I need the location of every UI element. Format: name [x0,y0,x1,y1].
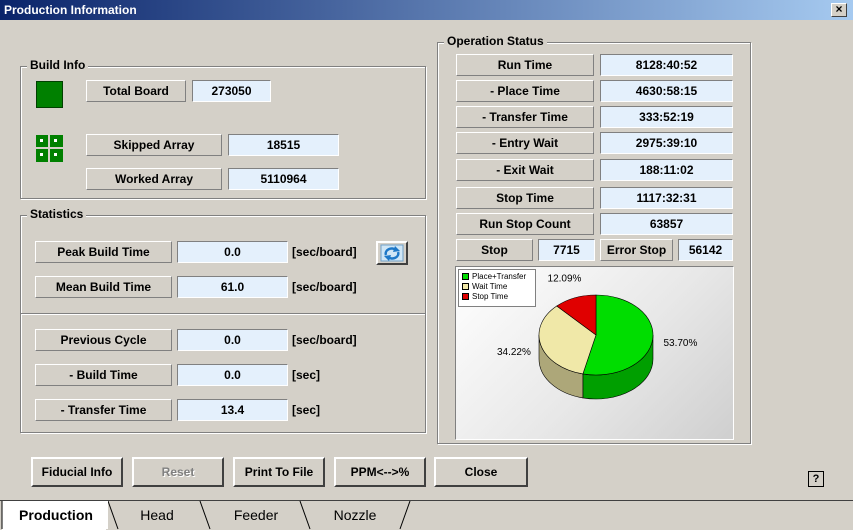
build-time-unit: [sec] [292,368,321,382]
error-stop-label: Error Stop [600,239,673,261]
tab-feeder[interactable]: Feeder [210,501,302,529]
build-time-value: 0.0 [177,364,288,386]
pie-label-wait-time: 34.22% [497,347,531,358]
total-board-value: 273050 [192,80,271,102]
skipped-array-value: 18515 [228,134,339,156]
exit-wait-label: - Exit Wait [456,159,594,181]
stop-label: Stop [456,239,533,261]
title-bar: Production Information × [0,0,853,20]
transfer-time-unit: [sec] [292,403,321,417]
run-time-label: Run Time [456,54,594,76]
build-time-label: - Build Time [35,364,172,386]
print-to-file-button[interactable]: Print To File [233,457,325,487]
refresh-icon [380,244,404,262]
place-time-value: 4630:58:15 [600,80,733,102]
tab-head[interactable]: Head [114,501,200,529]
mean-build-time-value: 61.0 [177,276,288,298]
close-button[interactable]: Close [434,457,528,487]
tab-nozzle[interactable]: Nozzle [310,501,400,529]
peak-build-time-label: Peak Build Time [35,241,172,263]
op-transfer-time-label: - Transfer Time [456,106,594,128]
entry-wait-value: 2975:39:10 [600,132,733,154]
previous-cycle-unit: [sec/board] [292,333,357,347]
help-button[interactable]: ? [808,471,824,487]
run-stop-count-label: Run Stop Count [456,213,594,235]
fiducial-info-button[interactable]: Fiducial Info [31,457,123,487]
entry-wait-label: - Entry Wait [456,132,594,154]
mean-build-time-unit: [sec/board] [292,280,357,294]
pie-chart: Place+Transfer Wait Time Stop Time 53.70… [455,266,734,440]
transfer-time-label: - Transfer Time [35,399,172,421]
mean-build-time-label: Mean Build Time [35,276,172,298]
exit-wait-value: 188:11:02 [600,159,733,181]
board-icon [36,81,63,108]
stop-time-value: 1117:32:31 [600,187,733,209]
op-transfer-time-value: 333:52:19 [600,106,733,128]
total-board-label: Total Board [86,80,186,102]
error-stop-value: 56142 [678,239,733,261]
transfer-time-value: 13.4 [177,399,288,421]
skipped-array-label: Skipped Array [86,134,222,156]
array-icon [36,135,63,162]
pie-label-stop-time: 12.09% [548,273,582,284]
operation-status-title: Operation Status [444,34,547,48]
peak-build-time-value: 0.0 [177,241,288,263]
statistics-divider [21,313,425,315]
previous-cycle-value: 0.0 [177,329,288,351]
peak-build-time-unit: [sec/board] [292,245,357,259]
close-window-button[interactable]: × [831,3,847,17]
build-info-title: Build Info [27,58,89,72]
reset-button[interactable]: Reset [132,457,224,487]
ppm-toggle-button[interactable]: PPM<-->% [334,457,426,487]
refresh-button[interactable] [376,241,408,265]
stop-value: 7715 [538,239,595,261]
window-title: Production Information [4,3,137,17]
previous-cycle-label: Previous Cycle [35,329,172,351]
pie-svg: 53.70% 34.22% 12.09% [497,273,697,400]
place-time-label: - Place Time [456,80,594,102]
tab-production[interactable]: Production [4,501,108,529]
tab-bar: Production Head Feeder Nozzle [0,500,853,530]
worked-array-value: 5110964 [228,168,339,190]
run-stop-count-value: 63857 [600,213,733,235]
pie-label-place-transfer: 53.70% [663,338,697,349]
worked-array-label: Worked Array [86,168,222,190]
run-time-value: 8128:40:52 [600,54,733,76]
stop-time-label: Stop Time [456,187,594,209]
statistics-title: Statistics [27,207,87,221]
